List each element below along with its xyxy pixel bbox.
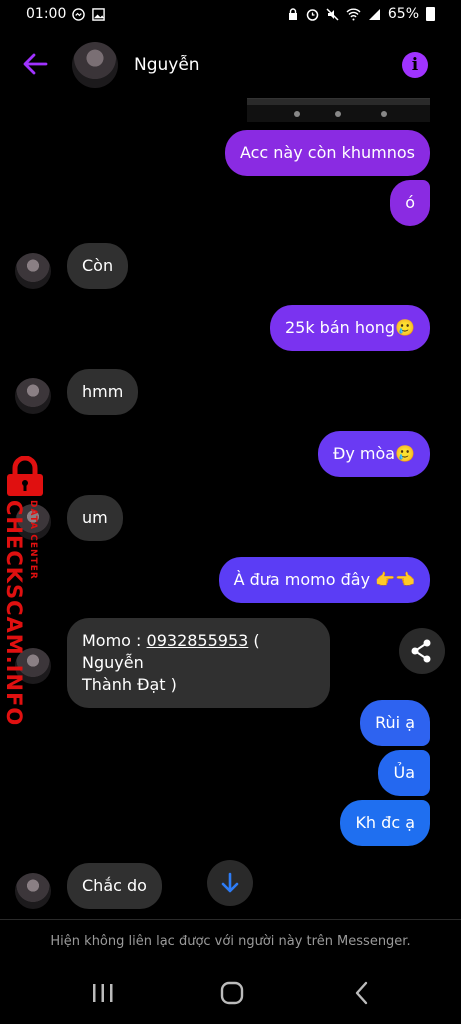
back-nav-icon[interactable]: [352, 980, 372, 1006]
watermark-brand: CHECKSCAM.INFO: [2, 500, 26, 727]
gallery-icon: [92, 8, 105, 21]
messenger-icon: [72, 8, 85, 21]
battery-icon: [426, 7, 435, 21]
shared-image[interactable]: [247, 98, 430, 122]
message-incoming[interactable]: um: [67, 495, 123, 541]
image-dot: [381, 111, 387, 117]
sender-avatar[interactable]: [15, 873, 51, 909]
message-outgoing[interactable]: Kh đc ạ: [340, 800, 430, 846]
sender-avatar[interactable]: [15, 253, 51, 289]
home-icon[interactable]: [219, 980, 245, 1006]
contact-name[interactable]: Nguyễn: [134, 55, 200, 75]
wifi-icon: [346, 8, 361, 20]
contact-avatar[interactable]: [72, 42, 118, 88]
image-dot: [294, 111, 300, 117]
system-nav-bar: [0, 960, 461, 1024]
image-dot: [335, 111, 341, 117]
message-outgoing[interactable]: À đưa momo đây 👉👈: [218, 557, 430, 603]
message-outgoing[interactable]: Acc này còn khumnos: [224, 130, 430, 176]
message-outgoing[interactable]: Đy mòa🥲: [317, 431, 430, 477]
chat-header: Nguyễn i: [0, 35, 461, 95]
message-text: Thành Đạt ): [82, 675, 177, 694]
watermark: CHECKSCAM.INFO DATA CENTER: [0, 450, 50, 726]
padlock-icon: [7, 456, 43, 496]
battery-percent: 65%: [387, 6, 419, 22]
message-incoming[interactable]: Chắc do: [67, 863, 162, 909]
message-outgoing[interactable]: Ủa: [378, 750, 430, 796]
share-button[interactable]: [399, 628, 445, 674]
phone-number-link[interactable]: 0932855953: [147, 631, 249, 650]
message-incoming[interactable]: hmm: [67, 369, 139, 415]
status-right: 65%: [287, 6, 435, 22]
lock-icon: [288, 8, 297, 20]
message-incoming[interactable]: Momo : 0932855953 ( Nguyễn Thành Đạt ): [67, 618, 330, 708]
image-top-bar: [247, 99, 430, 105]
message-outgoing[interactable]: ó: [390, 180, 430, 226]
status-bar: 01:00 65%: [0, 0, 461, 30]
mute-icon: [326, 7, 339, 21]
divider: [0, 919, 461, 920]
unavailable-notice: Hiện không liên lạc được với người này t…: [50, 934, 411, 949]
recent-apps-icon[interactable]: [90, 982, 116, 1004]
sender-avatar[interactable]: [15, 378, 51, 414]
info-icon[interactable]: i: [402, 52, 428, 78]
arrow-down-icon: [221, 872, 239, 893]
status-time: 01:00: [26, 6, 67, 22]
share-icon: [411, 639, 431, 663]
message-incoming[interactable]: Còn: [67, 243, 129, 289]
message-outgoing[interactable]: 25k bán hong🥲: [269, 305, 430, 351]
message-outgoing[interactable]: Rùi ạ: [360, 700, 430, 746]
scroll-to-bottom-button[interactable]: [207, 860, 253, 906]
back-arrow-icon[interactable]: [20, 49, 50, 79]
alarm-icon: [306, 8, 319, 21]
watermark-sub: DATA CENTER: [28, 500, 38, 580]
message-text: Momo :: [82, 631, 147, 650]
signal-icon: [368, 8, 380, 20]
